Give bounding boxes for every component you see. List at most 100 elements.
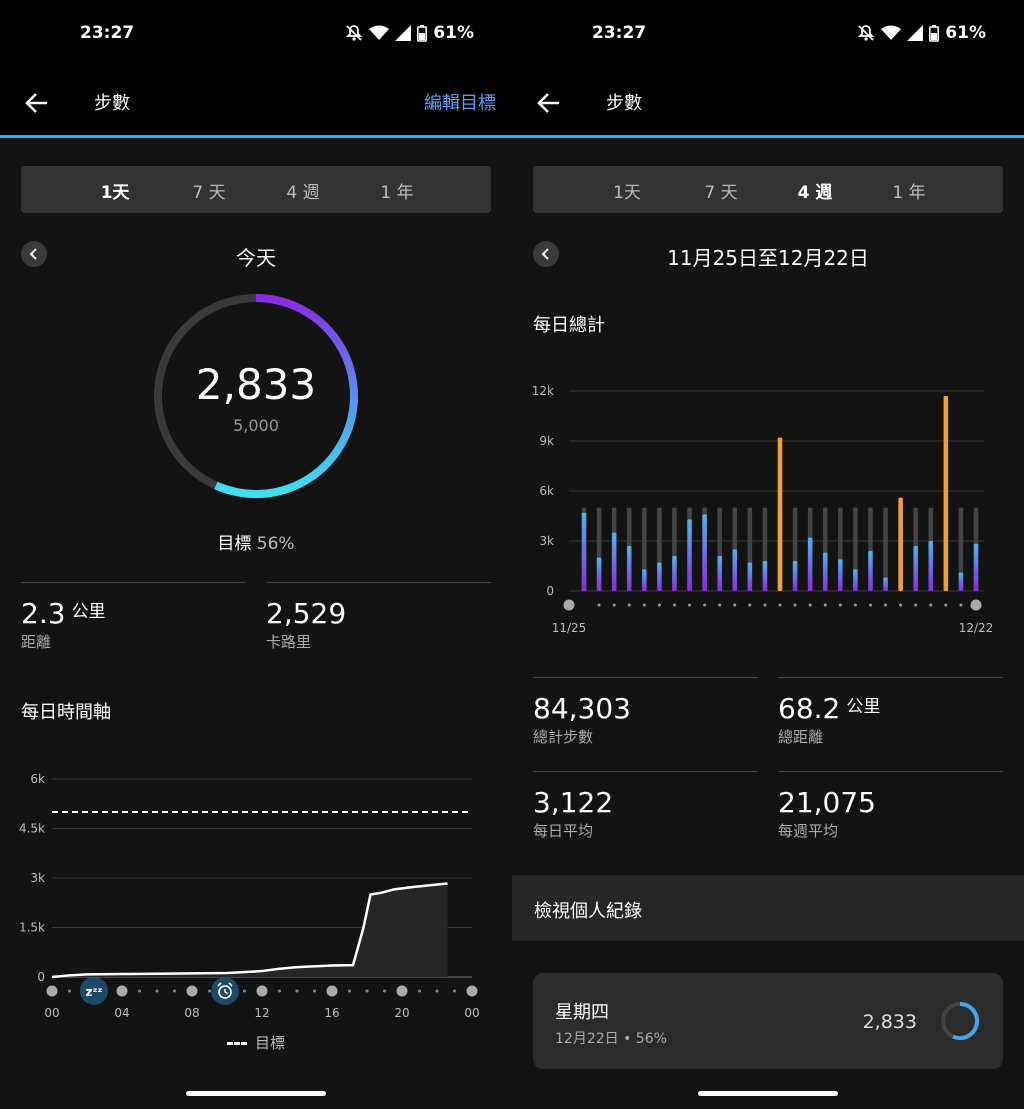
tab-1-day[interactable]: 1天 (613, 178, 641, 203)
signal-icon (907, 25, 924, 41)
divider (21, 582, 246, 583)
total-distance-unit: 公里 (846, 697, 881, 717)
status-time: 23:27 (80, 23, 135, 43)
steps-bar (958, 572, 964, 591)
goal-dash-swatch (226, 1042, 247, 1045)
signal-icon (395, 25, 412, 41)
total-steps-value: 84,303 (533, 692, 631, 725)
battery-percent: 61% (945, 23, 986, 43)
total-distance-label: 總距離 (778, 728, 824, 746)
battery-percent: 61% (433, 23, 474, 43)
tab-1-year[interactable]: 1 年 (380, 178, 413, 203)
axis-day-dot (642, 603, 646, 607)
daily-average-stat: 3,122 每日平均 (533, 786, 613, 841)
calories-label: 卡路里 (266, 633, 312, 651)
personal-records-link[interactable]: 檢視個人紀錄 (512, 875, 1024, 941)
total-steps-stat: 84,303 總計步數 (533, 692, 631, 747)
tab-7-days[interactable]: 7 天 (704, 178, 737, 203)
divider (533, 771, 758, 772)
tab-1-day[interactable]: 1天 (101, 178, 130, 203)
daily-total-title: 每日總計 (533, 315, 605, 336)
axis-day-dot (612, 603, 616, 607)
daily-average-value: 3,122 (533, 786, 614, 819)
sleep-icon: zᶻᶻ (80, 977, 108, 1005)
y-tick-label: 4.5k (19, 822, 45, 836)
steps-bar (807, 537, 813, 591)
app-bar: 步數 (512, 68, 1024, 138)
status-time: 23:27 (592, 23, 647, 43)
goal-percent-row: 目標 56% (0, 529, 512, 554)
axis-day-dot (672, 603, 676, 607)
axis-minor-dot (418, 989, 421, 993)
day-progress-ring (941, 1002, 979, 1040)
daily-average-label: 每日平均 (533, 822, 594, 840)
axis-day-dot (763, 603, 767, 607)
axis-day-dot (657, 603, 661, 607)
home-indicator[interactable] (698, 1091, 838, 1096)
axis-end-dot (563, 599, 575, 611)
tab-7-days[interactable]: 7 天 (192, 178, 225, 203)
axis-day-dot (597, 603, 601, 607)
tab-4-weeks[interactable]: 4 週 (286, 178, 319, 203)
goal-label: 目標 (217, 534, 252, 554)
y-tick-label: 3k (30, 871, 45, 885)
timeline-title: 每日時間軸 (21, 702, 111, 723)
y-tick-label: 6k (30, 772, 45, 786)
distance-unit: 公里 (71, 602, 106, 622)
tab-1-year[interactable]: 1 年 (892, 178, 925, 203)
battery-icon (417, 24, 428, 42)
y-tick-label: 6k (539, 484, 554, 498)
steps-bar (596, 557, 602, 591)
calories-value: 2,529 (266, 597, 347, 630)
range-title: 今天 (236, 246, 276, 270)
distance-label: 距離 (21, 633, 52, 651)
distance-stat: 2.3 公里 距離 (21, 597, 106, 652)
x-tick-label: 00 (464, 1006, 479, 1020)
steps-bar (883, 577, 888, 591)
steps-bar (611, 532, 617, 591)
x-end-label: 12/22 (959, 621, 994, 635)
divider (778, 677, 1003, 678)
mini-ring-arc (952, 1002, 979, 1040)
y-tick-label: 1.5k (19, 921, 45, 935)
steps-bar (792, 561, 798, 591)
status-bar: 23:27 61% (0, 0, 512, 68)
calories-stat: 2,529 卡路里 (266, 597, 346, 652)
axis-major-dot (46, 985, 58, 997)
day-name: 星期四 (555, 1002, 609, 1023)
status-icons: 61% (345, 23, 474, 43)
axis-day-dot (688, 603, 692, 607)
axis-day-dot (703, 603, 707, 607)
divider (778, 771, 1003, 772)
steps-bar (657, 562, 662, 591)
axis-day-dot (718, 603, 722, 607)
steps-value: 2,833 (195, 360, 317, 409)
home-indicator[interactable] (186, 1091, 326, 1096)
weekly-average-stat: 21,075 每週平均 (778, 786, 876, 841)
steps-bar (913, 546, 918, 591)
axis-major-dot (396, 985, 408, 997)
axis-minor-dot (348, 989, 351, 993)
y-tick-label: 9k (539, 434, 554, 448)
divider (533, 677, 758, 678)
range-title: 11月25日至12月22日 (667, 246, 869, 270)
y-tick-label: 3k (539, 534, 554, 548)
daily-steps-bar-chart: 0 3k 6k 9k 12k 11/25 12/22 (532, 384, 994, 635)
wifi-icon (881, 25, 902, 40)
back-arrow-icon[interactable] (22, 88, 52, 118)
axis-day-dot (748, 603, 752, 607)
bell-off-icon (858, 25, 875, 41)
axis-major-dot (116, 985, 128, 997)
bell-off-icon (346, 25, 363, 41)
y-tick-label: 0 (37, 970, 45, 984)
y-tick-label: 12k (532, 384, 554, 398)
back-arrow-icon[interactable] (534, 88, 564, 118)
axis-day-dot (899, 603, 903, 607)
axis-day-dot (914, 603, 918, 607)
axis-day-dot (853, 603, 857, 607)
tab-4-weeks[interactable]: 4 週 (798, 178, 833, 203)
y-tick-label: 0 (546, 584, 554, 598)
steps-bar (973, 543, 979, 591)
day-summary-card[interactable]: 星期四 12月22日 • 56% 2,833 (533, 973, 1003, 1069)
edit-goal-button[interactable]: 編輯目標 (424, 89, 496, 115)
